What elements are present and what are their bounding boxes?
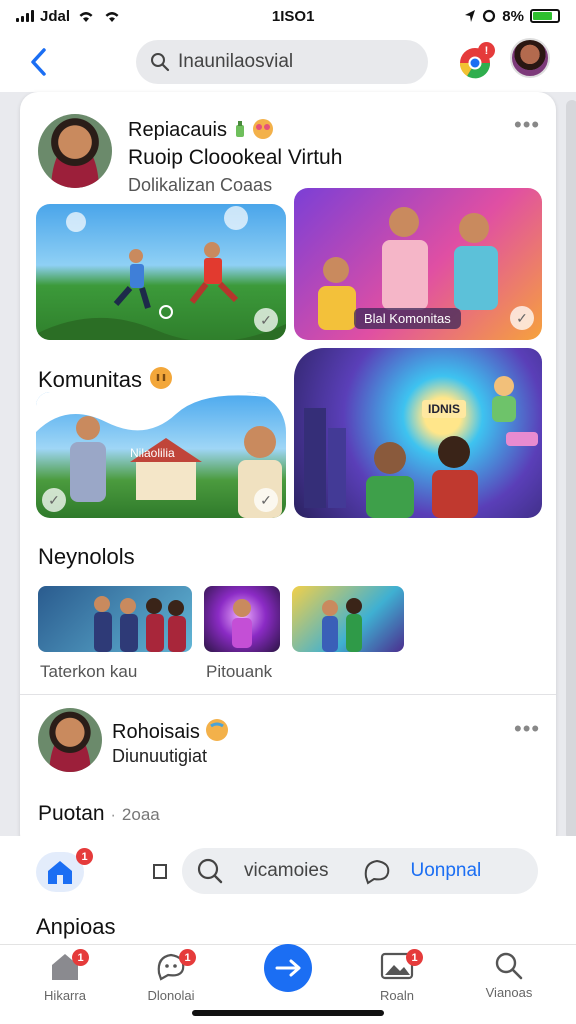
bottom-action-link[interactable]: Uonpnal — [410, 860, 481, 882]
divider — [20, 694, 556, 695]
section-heading: Neynolols — [38, 544, 135, 569]
post-subtitle: Diunuutigiat — [112, 746, 208, 766]
notification-badge: ! — [478, 42, 495, 59]
feed-card: Repiacauis Ruoip Cloookeal Virtuh Dolika… — [20, 92, 556, 852]
tab-label: Roaln — [380, 988, 414, 1003]
back-button[interactable] — [18, 42, 58, 82]
check-icon: ✓ — [254, 308, 278, 332]
alarm-icon — [483, 9, 496, 23]
thumbnail-1[interactable] — [38, 586, 192, 652]
search-text: Inaunilaosvial — [178, 51, 294, 72]
status-bar: Jdal 1ISO1 8% — [0, 0, 576, 32]
tab-badge: 1 — [179, 949, 196, 966]
chat-bubble-icon[interactable] — [362, 857, 392, 885]
post-author: Rohoisais — [112, 721, 200, 743]
top-bar: Inaunilaosvial ! — [0, 32, 576, 92]
virtual-city-image[interactable]: IDNIS — [294, 348, 542, 518]
emoji-icon — [253, 119, 274, 139]
post-meta: Dolikalizan Coaas — [128, 175, 273, 195]
thumbnail-2[interactable] — [204, 586, 280, 652]
thumbnail-3[interactable] — [292, 586, 404, 652]
tab-icon-wrap: 1 — [50, 949, 89, 984]
tab-label: Vianoas — [485, 985, 533, 1000]
tab-label: Hikarra — [44, 988, 86, 1003]
tab-badge: 1 — [406, 949, 423, 966]
post-author: Repiacauis — [128, 119, 227, 141]
tab-icon-wrap: 1 — [155, 949, 196, 984]
home-badge: 1 — [76, 848, 93, 865]
tab-chat[interactable]: 1 Dlonolai — [126, 949, 216, 1003]
search-bar[interactable]: Inaunilaosvial — [136, 40, 428, 84]
carrier-label: Jdal — [40, 7, 71, 25]
home-button[interactable]: 1 — [36, 848, 93, 892]
post-title: Ruoip Cloookeal Virtuh — [128, 146, 343, 169]
app-switch-button[interactable]: ! — [458, 42, 495, 80]
check-icon: ✓ — [42, 488, 66, 512]
neighborhood-image[interactable]: Nilaolilia ✓ ✓ — [36, 392, 286, 518]
battery-icon — [529, 9, 560, 23]
community-image[interactable]: Blal Komonitas ✓ — [294, 188, 542, 340]
virtual-city-illustration — [304, 376, 538, 518]
kids-playing-illustration — [36, 206, 286, 340]
tab-gallery[interactable]: 1 Roaln — [352, 949, 442, 1003]
search-icon — [197, 858, 223, 884]
tab-badge: 1 — [72, 949, 89, 966]
tab-home[interactable]: 1 Hikarra — [20, 949, 110, 1003]
post-heading: Puotan — [38, 802, 105, 825]
more-options-button[interactable]: ••• — [514, 112, 540, 138]
thumbnail-caption: Taterkon kau — [40, 662, 138, 681]
send-icon — [275, 959, 301, 977]
location-icon — [465, 10, 476, 22]
wifi-icon — [79, 12, 93, 22]
speech-bubble-icon — [150, 367, 173, 389]
section-heading: Komunitas — [38, 367, 142, 392]
wifi-icon-2 — [105, 12, 119, 22]
post-footer: Puotan · 2oaa — [38, 802, 160, 825]
tab-label: Dlonolai — [147, 988, 195, 1003]
post-author-row: Repiacauis — [128, 118, 274, 142]
clock: 1ISO1 — [271, 7, 315, 25]
more-options-button[interactable]: ••• — [514, 716, 540, 742]
scroll-indicator[interactable] — [566, 100, 576, 840]
search-icon — [151, 53, 170, 72]
signal-icon — [16, 10, 34, 22]
chevron-left-icon — [31, 48, 46, 76]
sign-text: Nilaolilia — [130, 446, 175, 460]
search-icon — [495, 952, 523, 980]
section-heading-row: Komunitas — [38, 366, 174, 393]
tab-search[interactable]: Vianoas — [464, 951, 554, 1000]
author-avatar[interactable] — [38, 114, 112, 188]
home-icon — [48, 861, 72, 884]
emoji-icon — [206, 719, 229, 741]
author-avatar[interactable] — [38, 708, 102, 772]
image-label: Blal Komonitas — [354, 308, 461, 329]
glowing-figure-illustration — [232, 599, 252, 648]
post-author-row: Rohoisais — [112, 718, 229, 744]
compose-button[interactable] — [264, 944, 312, 992]
battery-percent: 8% — [502, 7, 524, 25]
post-year: 2oaa — [121, 805, 160, 824]
group-photo-illustration — [94, 596, 186, 652]
check-icon: ✓ — [254, 488, 278, 512]
profile-avatar[interactable] — [510, 38, 550, 78]
tab-icon-wrap: 1 — [380, 949, 423, 984]
kids-playing-image[interactable]: ✓ — [36, 204, 286, 340]
home-indicator[interactable] — [192, 1010, 384, 1016]
frame-icon[interactable] — [152, 862, 168, 880]
sign-text: IDNIS — [422, 400, 467, 418]
bottom-search-text: vicamoies — [244, 860, 329, 881]
team-celebration-illustration — [322, 598, 362, 652]
bottom-search[interactable]: vicamoies Uonpnal — [182, 848, 538, 894]
section-heading: Anpioas — [36, 914, 116, 939]
bottle-icon — [235, 121, 244, 137]
check-icon: ✓ — [510, 306, 534, 330]
thumbnail-caption: Pitouank — [206, 662, 273, 681]
